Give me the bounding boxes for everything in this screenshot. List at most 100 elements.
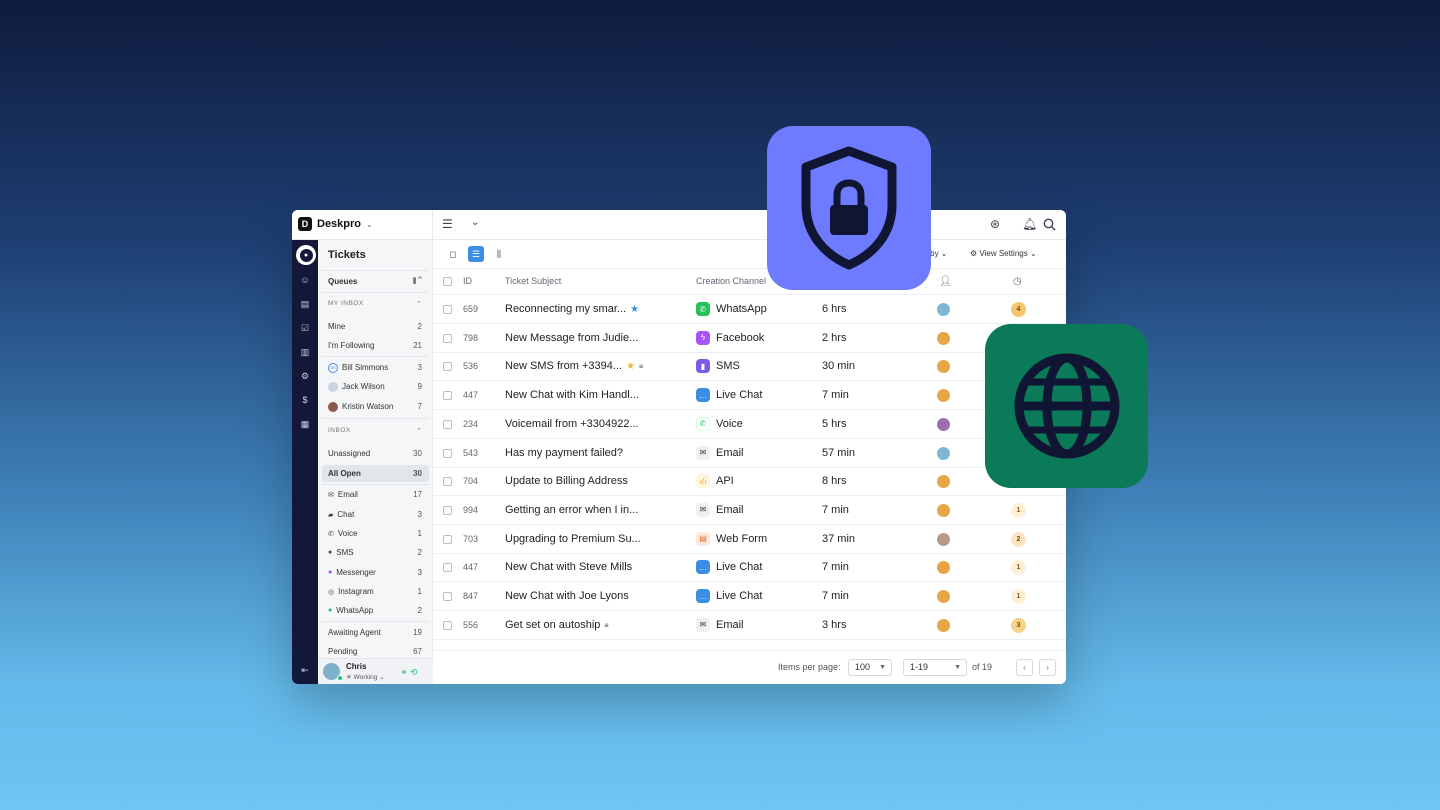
queue-item-agent[interactable]: BS Bill Simmons 3 bbox=[322, 359, 429, 376]
tickets-nav-button[interactable]: ● bbox=[296, 245, 316, 265]
table-row[interactable]: 704 Update to Billing Address ‹/› API 8 … bbox=[433, 467, 1066, 497]
table-row[interactable]: 536 New SMS from +3394... ★ 🔒︎ ▮ SMS 30 … bbox=[433, 352, 1066, 382]
row-checkbox[interactable] bbox=[443, 477, 452, 487]
prev-page-button[interactable]: ‹ bbox=[1016, 659, 1033, 676]
split-view-button[interactable]: ◻ bbox=[445, 246, 461, 262]
ticket-subject[interactable]: Has my payment failed? bbox=[505, 447, 623, 459]
quick-action-icon[interactable]: ⊛ bbox=[990, 217, 1000, 231]
agent-avatar[interactable] bbox=[937, 475, 950, 489]
table-row[interactable]: 798 New Message from Judie... ϟ Facebook… bbox=[433, 324, 1066, 353]
row-checkbox[interactable] bbox=[443, 592, 452, 601]
agent-avatar[interactable] bbox=[937, 417, 950, 431]
ticket-subject[interactable]: Getting an error when I in... bbox=[505, 504, 638, 516]
ticket-subject[interactable]: Get set on autoship 🔒︎ bbox=[505, 619, 609, 631]
collapse-icon[interactable]: ⇤ bbox=[299, 664, 311, 676]
per-page-select[interactable]: 100 ▼ bbox=[848, 659, 892, 676]
row-checkbox[interactable] bbox=[443, 362, 452, 372]
agent-avatar[interactable] bbox=[937, 389, 950, 403]
agent-avatar[interactable] bbox=[937, 331, 950, 345]
ticket-subject[interactable]: New SMS from +3394... ★ 🔒︎ bbox=[505, 360, 643, 372]
row-checkbox[interactable] bbox=[443, 419, 452, 429]
queue-item-following[interactable]: I'm Following 21 bbox=[322, 337, 429, 354]
agent-avatar[interactable] bbox=[937, 561, 950, 575]
user-icon[interactable]: ☺ bbox=[299, 274, 311, 286]
agent-avatar[interactable] bbox=[937, 532, 950, 546]
agent-avatar[interactable] bbox=[937, 590, 950, 603]
row-checkbox[interactable] bbox=[443, 534, 452, 544]
queues-header[interactable]: Queues ⫼ ⌃ bbox=[322, 273, 429, 290]
row-checkbox[interactable] bbox=[443, 305, 452, 314]
ticket-subject[interactable]: New Message from Judie... bbox=[505, 332, 638, 344]
select-all-checkbox[interactable] bbox=[443, 277, 452, 286]
queue-item-all-open[interactable]: All Open 30 bbox=[322, 465, 429, 482]
billing-icon[interactable]: $ bbox=[299, 394, 311, 406]
list-view-button[interactable]: ☰ bbox=[468, 246, 484, 262]
user-status-bar[interactable]: Chris ☀ Working ⌄ ⚭ ⟲ bbox=[318, 658, 433, 684]
agent-avatar[interactable] bbox=[937, 503, 950, 517]
queue-item-sms[interactable]: ● SMS 2 bbox=[322, 544, 429, 561]
table-row[interactable]: 703 Upgrading to Premium Su... ▤ Web For… bbox=[433, 525, 1066, 554]
ticket-subject[interactable]: Reconnecting my smar... ★ bbox=[505, 303, 639, 315]
ticket-subject[interactable]: New Chat with Kim Handl... bbox=[505, 389, 639, 401]
column-channel[interactable]: Creation Channel bbox=[696, 276, 766, 286]
row-checkbox[interactable] bbox=[443, 391, 452, 401]
inbox-header[interactable]: INBOX ⌃ bbox=[328, 427, 422, 435]
ticket-subject[interactable]: Voicemail from +3304922... bbox=[505, 418, 639, 430]
ticket-subject[interactable]: New Chat with Joe Lyons bbox=[505, 590, 629, 602]
queue-item-messenger[interactable]: ● Messenger 3 bbox=[322, 564, 429, 581]
ticket-subject[interactable]: Update to Billing Address bbox=[505, 475, 628, 487]
queue-item-instagram[interactable]: ◎ Instagram 1 bbox=[322, 583, 429, 600]
range-select[interactable]: 1-19 ▼ bbox=[903, 659, 967, 676]
star-icon[interactable]: ★ bbox=[626, 361, 635, 372]
table-row[interactable]: 994 Getting an error when I in... ✉ Emai… bbox=[433, 496, 1066, 525]
row-checkbox[interactable] bbox=[443, 505, 452, 515]
queue-item-mine[interactable]: Mine 2 bbox=[322, 318, 429, 335]
queue-filter-icon[interactable]: ⫼ ⌃ bbox=[413, 278, 422, 286]
reports-icon[interactable]: ▥ bbox=[299, 346, 311, 358]
queue-item-awaiting-agent[interactable]: Awaiting Agent 19 bbox=[322, 624, 429, 641]
availability-icon[interactable]: ⚭ ⟲ bbox=[400, 667, 418, 678]
row-checkbox[interactable] bbox=[443, 333, 452, 343]
crm-icon[interactable]: ▤ bbox=[299, 298, 311, 310]
queue-item-whatsapp[interactable]: ● WhatsApp 2 bbox=[322, 602, 429, 619]
agent-avatar[interactable] bbox=[937, 360, 950, 374]
queue-item-unassigned[interactable]: Unassigned 30 bbox=[322, 445, 429, 462]
agent-avatar[interactable] bbox=[937, 446, 950, 460]
queue-item-email[interactable]: ✉ Email 17 bbox=[322, 486, 429, 503]
next-page-button[interactable]: › bbox=[1039, 659, 1056, 676]
agent-column-icon[interactable]: 👤︎ bbox=[939, 276, 952, 287]
queue-item-voice[interactable]: ✆ Voice 1 bbox=[322, 525, 429, 542]
my-inbox-header[interactable]: MY INBOX ⌃ bbox=[328, 300, 422, 308]
column-id[interactable]: ID bbox=[463, 276, 472, 286]
bell-icon[interactable]: 🔔︎ bbox=[1022, 217, 1037, 231]
row-checkbox[interactable] bbox=[443, 620, 452, 630]
column-subject[interactable]: Ticket Subject bbox=[505, 276, 561, 286]
table-row[interactable]: 556 Get set on autoship 🔒︎ ✉ Email 3 hrs… bbox=[433, 611, 1066, 640]
queue-item-chat[interactable]: ▰ Chat 3 bbox=[322, 506, 429, 523]
list-menu-icon[interactable]: ☰ bbox=[442, 217, 453, 231]
queue-item-agent[interactable]: Jack Wilson 9 bbox=[322, 378, 429, 395]
queue-item-agent[interactable]: Kristin Watson 7 bbox=[322, 398, 429, 415]
table-row[interactable]: 659 Reconnecting my smar... ★ ✆ WhatsApp… bbox=[433, 295, 1066, 324]
view-settings-button[interactable]: ⚙ View Settings ⌄ bbox=[970, 249, 1037, 258]
table-row[interactable]: 447 New Chat with Kim Handl... … Live Ch… bbox=[433, 381, 1066, 411]
brand-switcher[interactable]: D Deskpro ⌄ bbox=[298, 217, 373, 231]
kanban-view-button[interactable]: ⫼ bbox=[491, 246, 507, 262]
agent-avatar[interactable] bbox=[937, 618, 950, 632]
ticket-subject[interactable]: Upgrading to Premium Su... bbox=[505, 533, 641, 545]
clock-icon[interactable]: ◷ bbox=[1013, 276, 1022, 287]
star-icon[interactable]: ★ bbox=[630, 304, 639, 315]
row-checkbox[interactable] bbox=[443, 448, 452, 458]
row-checkbox[interactable] bbox=[443, 563, 452, 573]
gear-icon[interactable]: ⚙ bbox=[299, 370, 311, 382]
tasks-icon[interactable]: ☑ bbox=[299, 322, 311, 334]
agent-avatar[interactable] bbox=[937, 303, 950, 316]
calculator-icon[interactable]: ▦ bbox=[299, 418, 311, 430]
search-icon[interactable] bbox=[1043, 218, 1056, 231]
table-row[interactable]: 847 New Chat with Joe Lyons … Live Chat … bbox=[433, 582, 1066, 611]
table-row[interactable]: 447 New Chat with Steve Mills … Live Cha… bbox=[433, 553, 1066, 583]
table-row[interactable]: 543 Has my payment failed? ✉ Email 57 mi… bbox=[433, 439, 1066, 468]
table-row[interactable]: 234 Voicemail from +3304922... ✆ Voice 5… bbox=[433, 410, 1066, 439]
ticket-subject[interactable]: New Chat with Steve Mills bbox=[505, 561, 632, 573]
chevron-down-icon[interactable]: ⌄ bbox=[471, 217, 479, 228]
